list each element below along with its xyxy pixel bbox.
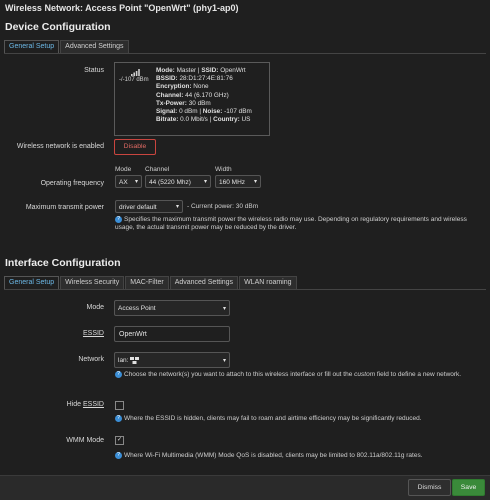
txpower-hint: ? Specifies the maximum transmit power th… — [115, 216, 467, 232]
help-icon: ? — [115, 371, 122, 378]
network-select[interactable]: lan: ▾ — [114, 352, 230, 368]
device-tabs: General Setup Advanced Settings — [4, 40, 129, 53]
chevron-down-icon: ▾ — [253, 179, 257, 185]
hide-essid-hint: ? Where the ESSID is hidden, clients may … — [115, 415, 422, 423]
tab-mac-filter[interactable]: MAC-Filter — [125, 276, 169, 289]
status-label: Status — [84, 67, 104, 74]
chevron-down-icon: ▾ — [222, 306, 226, 312]
iface-mode-select[interactable]: Access Point ▾ — [114, 300, 230, 316]
tab-wireless-security[interactable]: Wireless Security — [60, 276, 125, 289]
tab-wlan-roaming[interactable]: WLAN roaming — [239, 276, 297, 289]
channel-small-label: Channel — [145, 166, 170, 173]
hide-essid-label: Hide ESSID — [66, 401, 104, 408]
tab-general-setup[interactable]: General Setup — [4, 276, 60, 289]
tab-advanced-settings[interactable]: Advanced Settings — [60, 40, 129, 53]
network-hint: ? Choose the network(s) you want to attac… — [115, 371, 462, 379]
network-icon — [130, 356, 140, 364]
chevron-down-icon: ▾ — [203, 179, 207, 185]
hide-essid-checkbox[interactable] — [115, 401, 124, 410]
help-icon: ? — [115, 415, 122, 422]
mode-label: Mode — [86, 304, 104, 311]
tab-general-setup[interactable]: General Setup — [4, 40, 60, 53]
network-label: Network — [78, 356, 104, 363]
iface-tabs: General Setup Wireless Security MAC-Filt… — [4, 276, 297, 289]
iface-config-title: Interface Configuration — [5, 257, 121, 269]
enabled-label: Wireless network is enabled — [16, 143, 104, 150]
txpower-select[interactable]: driver default ▾ — [115, 200, 183, 213]
device-config-title: Device Configuration — [5, 21, 111, 33]
help-icon: ? — [115, 216, 122, 223]
essid-label: ESSID — [82, 330, 104, 337]
dismiss-button[interactable]: Dismiss — [408, 479, 451, 496]
channel-select[interactable]: 44 (5220 Mhz) ▾ — [145, 175, 211, 188]
disable-button[interactable]: Disable — [114, 139, 156, 155]
status-box: -/-107 dBm Mode: Master | SSID: OpenWrt … — [114, 62, 270, 136]
chevron-down-icon: ▾ — [134, 179, 138, 185]
width-small-label: Width — [215, 166, 232, 173]
mode-select[interactable]: AX ▾ — [115, 175, 142, 188]
save-button[interactable]: Save — [452, 479, 485, 496]
page-header: Wireless Network: Access Point "OpenWrt"… — [0, 0, 490, 16]
txpower-label: Maximum transmit power — [25, 204, 104, 211]
signal-icon — [131, 69, 140, 76]
wmm-label: WMM Mode — [66, 437, 104, 444]
width-select[interactable]: 160 MHz ▾ — [215, 175, 261, 188]
chevron-down-icon: ▾ — [175, 204, 179, 210]
tab-advanced-settings[interactable]: Advanced Settings — [169, 276, 239, 289]
essid-input[interactable]: OpenWrt — [114, 326, 230, 342]
tab-divider — [4, 289, 486, 290]
mode-small-label: Mode — [115, 166, 132, 173]
page-title: Wireless Network: Access Point "OpenWrt"… — [5, 3, 239, 13]
help-icon: ? — [115, 452, 122, 459]
wmm-checkbox[interactable]: ✓ — [115, 436, 124, 445]
txpower-current: - Current power: 30 dBm — [187, 203, 259, 210]
wmm-hint: ? Where Wi-Fi Multimedia (WMM) Mode QoS i… — [115, 452, 423, 460]
tab-divider — [4, 53, 486, 54]
chevron-down-icon: ▾ — [222, 358, 226, 364]
freq-label: Operating frequency — [40, 180, 104, 187]
signal-dbm: -/-107 dBm — [119, 77, 149, 83]
status-lines: Mode: Master | SSID: OpenWrt BSSID: 28:D… — [156, 67, 252, 124]
